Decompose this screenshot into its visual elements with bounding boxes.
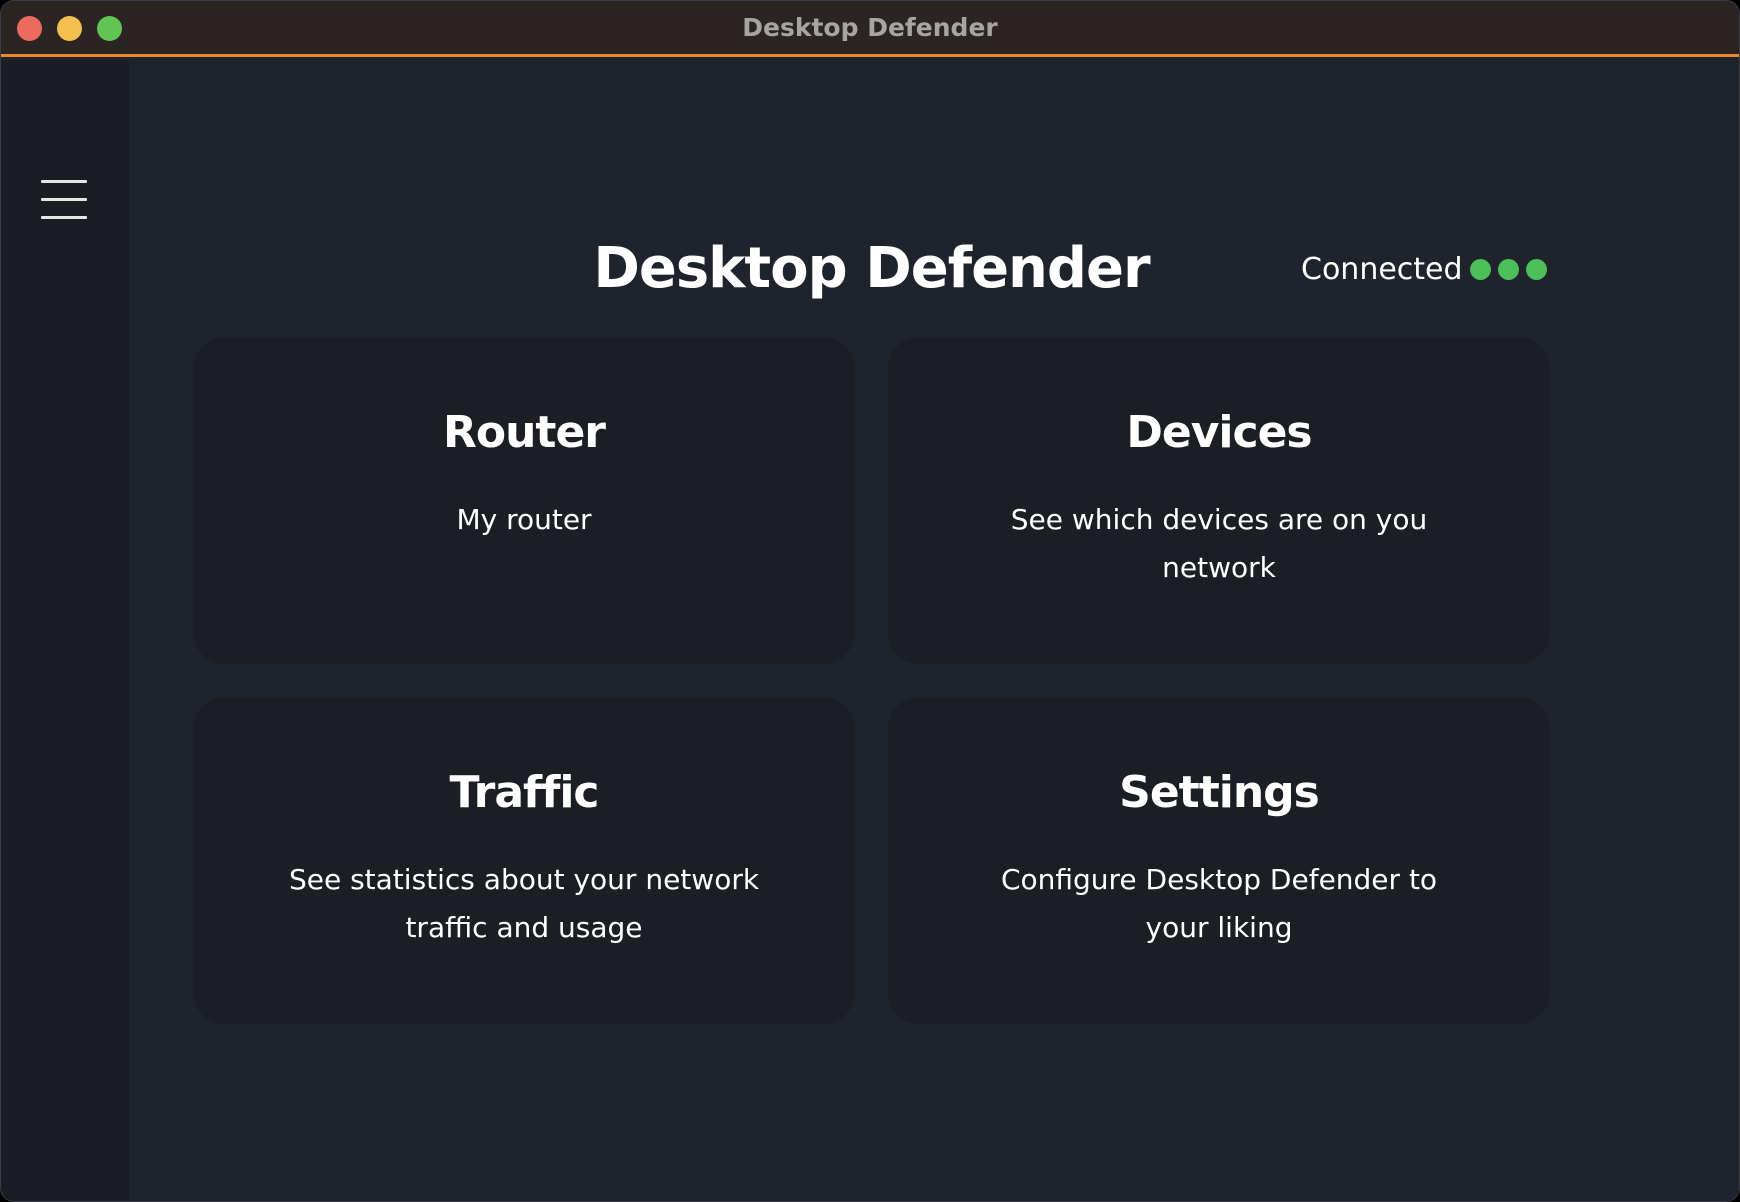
status-dot xyxy=(1525,259,1547,280)
main-content: Desktop Defender Connected Router My rou… xyxy=(129,60,1739,1201)
menu-bar-line xyxy=(41,180,87,183)
connection-status-label: Connected xyxy=(1301,252,1463,287)
router-card[interactable]: Router My router xyxy=(193,337,855,664)
devices-card[interactable]: Devices See which devices are on you net… xyxy=(888,337,1550,664)
dashboard-cards: Router My router Devices See which devic… xyxy=(193,337,1550,1024)
traffic-card[interactable]: Traffic See statistics about your networ… xyxy=(193,697,855,1024)
card-description: See which devices are on you network xyxy=(1010,503,1428,584)
card-description: My router xyxy=(456,503,592,536)
app-window: Desktop Defender Desktop Defender Connec… xyxy=(0,0,1740,1202)
window-title: Desktop Defender xyxy=(742,13,998,42)
card-title: Traffic xyxy=(449,767,599,818)
card-title: Settings xyxy=(1119,767,1320,818)
status-dot xyxy=(1469,259,1491,280)
hamburger-menu-icon[interactable] xyxy=(39,178,89,222)
card-title: Router xyxy=(442,407,606,458)
card-description: See statistics about your network traffi… xyxy=(288,863,760,944)
menu-bar-line xyxy=(41,198,87,201)
title-bar[interactable]: Desktop Defender xyxy=(1,1,1739,57)
status-dot xyxy=(1497,259,1519,280)
card-title: Devices xyxy=(1126,407,1312,458)
connection-status: Connected xyxy=(1301,252,1547,287)
sidebar xyxy=(1,60,129,1201)
menu-bar-line xyxy=(41,216,87,219)
settings-card[interactable]: Settings Configure Desktop Defender to y… xyxy=(888,697,1550,1024)
card-description: Configure Desktop Defender to your likin… xyxy=(1000,863,1438,944)
